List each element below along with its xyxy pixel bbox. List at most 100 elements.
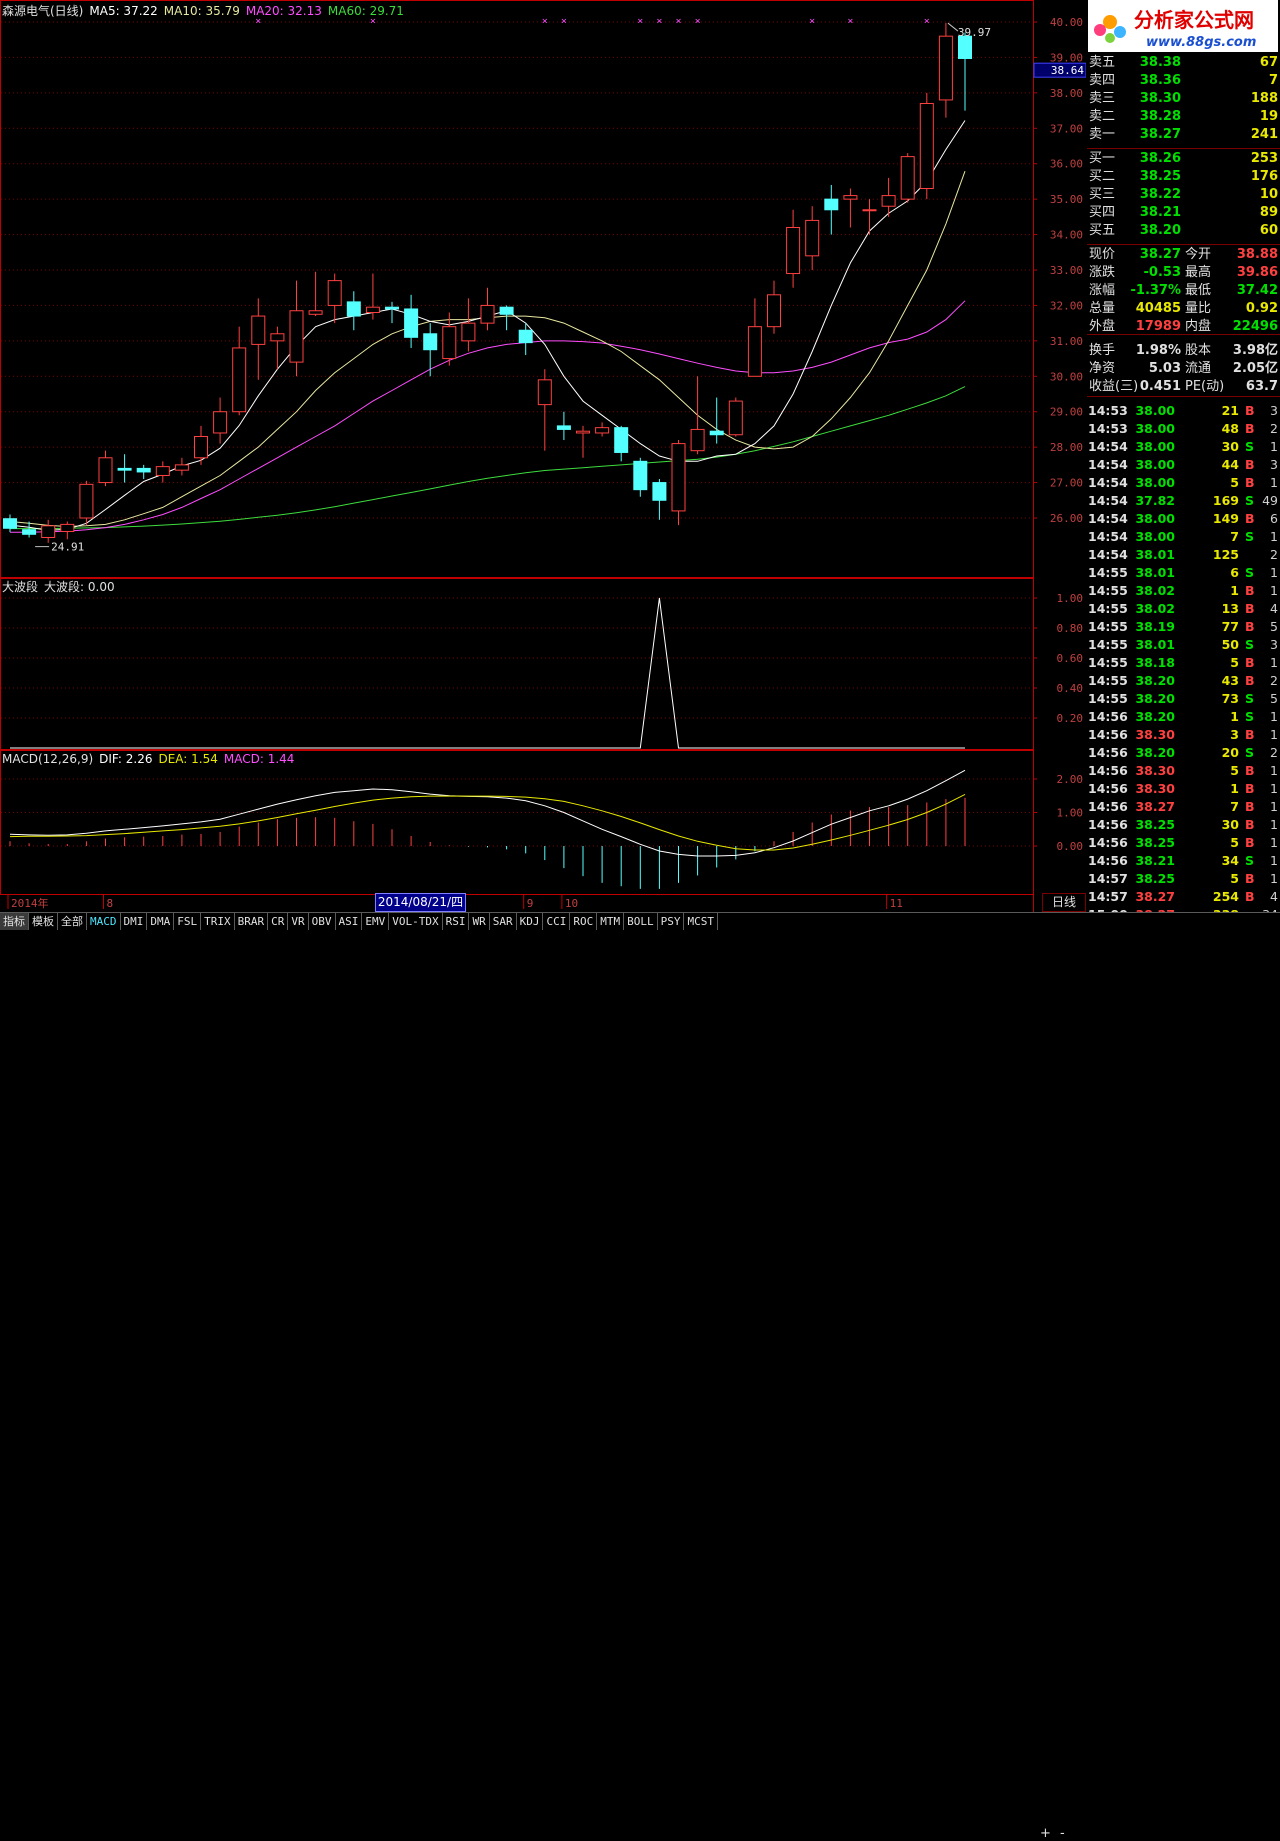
stat-value: 37.42 — [1236, 283, 1278, 298]
tick-count: 1 — [1270, 709, 1278, 724]
tab-vr[interactable]: VR — [288, 913, 309, 930]
sell-row: 卖四 38.36 7 — [1087, 72, 1280, 90]
candle-body — [461, 322, 476, 342]
price-axis-label: 33.00 — [1050, 264, 1083, 277]
signal-marker: × — [675, 16, 681, 27]
tick-row: 14:56 38.20 20 S 2 — [1087, 744, 1280, 762]
buy-price: 38.26 — [1139, 151, 1181, 166]
tick-count: 5 — [1270, 691, 1278, 706]
candle-body — [270, 333, 285, 342]
tick-direction: S — [1245, 745, 1255, 760]
stat-value: 63.7 — [1245, 379, 1278, 394]
tick-direction: B — [1245, 763, 1255, 778]
indicator-axis-label: 0.40 — [1057, 682, 1084, 695]
tick-direction: S — [1245, 565, 1255, 580]
sell-price: 38.28 — [1139, 109, 1181, 124]
tab-dmi[interactable]: DMI — [121, 913, 148, 930]
tab-wr[interactable]: WR — [469, 913, 490, 930]
tick-volume: 1 — [1230, 583, 1239, 598]
tab-sar[interactable]: SAR — [490, 913, 517, 930]
tab-mcst[interactable]: MCST — [684, 913, 718, 930]
tab-mtm[interactable]: MTM — [597, 913, 625, 930]
tick-count: 3 — [1270, 637, 1278, 652]
tick-volume: 48 — [1221, 421, 1239, 436]
tick-volume: 73 — [1221, 691, 1239, 706]
period-selector[interactable]: 日线 — [1042, 893, 1086, 912]
tab-rsi[interactable]: RSI — [443, 913, 470, 930]
candle-body — [174, 464, 189, 471]
tick-count: 2 — [1270, 421, 1278, 436]
tab-指标[interactable]: 指标 — [0, 913, 29, 930]
buy-price: 38.20 — [1139, 223, 1181, 238]
tab-roc[interactable]: ROC — [570, 913, 598, 930]
tick-direction: B — [1245, 871, 1255, 886]
tick-row: 14:56 38.21 34 S 1 — [1087, 852, 1280, 870]
kline-chart-area[interactable]: 40.00 39.00 38.00 37.00 36.00 35.00 34.00 33.00… — [0, 0, 1086, 912]
tick-row: 14:56 38.27 7 B 1 — [1087, 798, 1280, 816]
indicator-axis-label: 0.80 — [1057, 622, 1084, 635]
date-axis-label: 11 — [890, 897, 903, 910]
tab-boll[interactable]: BOLL — [624, 913, 658, 930]
price-axis-label: 26.00 — [1050, 512, 1083, 525]
sell-row: 卖三 38.30 188 — [1087, 90, 1280, 108]
tab-psy[interactable]: PSY — [658, 913, 685, 930]
ma10-line — [9, 171, 966, 528]
tab-fsl[interactable]: FSL — [174, 913, 202, 930]
tab-emv[interactable]: EMV — [362, 913, 390, 930]
tick-direction: B — [1245, 835, 1255, 850]
candle-body — [747, 326, 762, 377]
tick-count: 49 — [1262, 493, 1278, 508]
tab-obv[interactable]: OBV — [309, 913, 336, 930]
sell-volume: 67 — [1259, 55, 1278, 70]
indicator-axis-label: 1.00 — [1057, 592, 1084, 605]
candle-body — [232, 347, 247, 413]
tick-count: 3 — [1270, 403, 1278, 418]
candle-body — [709, 430, 724, 436]
zoom-out-button[interactable]: - — [1060, 1827, 1065, 1841]
tab-asi[interactable]: ASI — [336, 913, 363, 930]
tick-row: 14:56 38.30 1 B 1 — [1087, 780, 1280, 798]
quote-separator — [1087, 334, 1280, 335]
macd-name: MACD(12,26,9) — [2, 752, 94, 766]
stat-label: 最高 — [1185, 265, 1212, 280]
tab-全部[interactable]: 全部 — [58, 913, 87, 930]
stat-value: 39.86 — [1236, 265, 1278, 280]
candle-body — [614, 427, 629, 453]
price-axis-label: 36.00 — [1050, 158, 1083, 171]
tick-volume: 30 — [1221, 439, 1239, 454]
tick-row: 14:53 38.00 21 B 3 — [1087, 402, 1280, 420]
tab-模板[interactable]: 模板 — [29, 913, 58, 930]
tab-brar[interactable]: BRAR — [235, 913, 269, 930]
tick-count: 1 — [1270, 799, 1278, 814]
kline-chart-svg[interactable]: 40.00 39.00 38.00 37.00 36.00 35.00 34.00 33.00… — [0, 0, 1086, 912]
buy-volume: 60 — [1259, 223, 1278, 238]
tick-count: 1 — [1270, 529, 1278, 544]
stat-row: 涨跌 -0.53 最高 39.86 — [1087, 264, 1280, 282]
tick-volume: 7 — [1230, 799, 1239, 814]
candle-body — [919, 102, 934, 190]
buy-volume: 89 — [1259, 205, 1278, 220]
tick-row: 14:55 38.20 43 B 2 — [1087, 672, 1280, 690]
zoom-in-button[interactable]: + — [1040, 1827, 1051, 1841]
sell-volume: 188 — [1250, 91, 1278, 106]
tick-count: 1 — [1270, 565, 1278, 580]
tick-count: 2 — [1270, 745, 1278, 760]
tick-volume: 7 — [1230, 529, 1239, 544]
tab-trix[interactable]: TRIX — [201, 913, 235, 930]
tab-dma[interactable]: DMA — [147, 913, 175, 930]
tick-direction: S — [1245, 529, 1255, 544]
quote-separator — [1087, 244, 1280, 245]
tab-vol-tdx[interactable]: VOL-TDX — [389, 913, 443, 930]
tick-volume: 254 — [1212, 889, 1239, 904]
tick-row: 14:56 38.30 5 B 1 — [1087, 762, 1280, 780]
stat-value: 38.27 — [1139, 247, 1181, 262]
tick-count: 4 — [1270, 889, 1278, 904]
tab-cci[interactable]: CCI — [543, 913, 571, 930]
ma5-legend: MA5: 37.22 — [89, 4, 158, 18]
tick-volume: 30 — [1221, 817, 1239, 832]
date-axis-label: 10 — [565, 897, 578, 910]
tick-volume: 5 — [1230, 475, 1239, 490]
tab-cr[interactable]: CR — [268, 913, 289, 930]
tab-kdj[interactable]: KDJ — [517, 913, 544, 930]
tab-macd[interactable]: MACD — [87, 913, 121, 930]
